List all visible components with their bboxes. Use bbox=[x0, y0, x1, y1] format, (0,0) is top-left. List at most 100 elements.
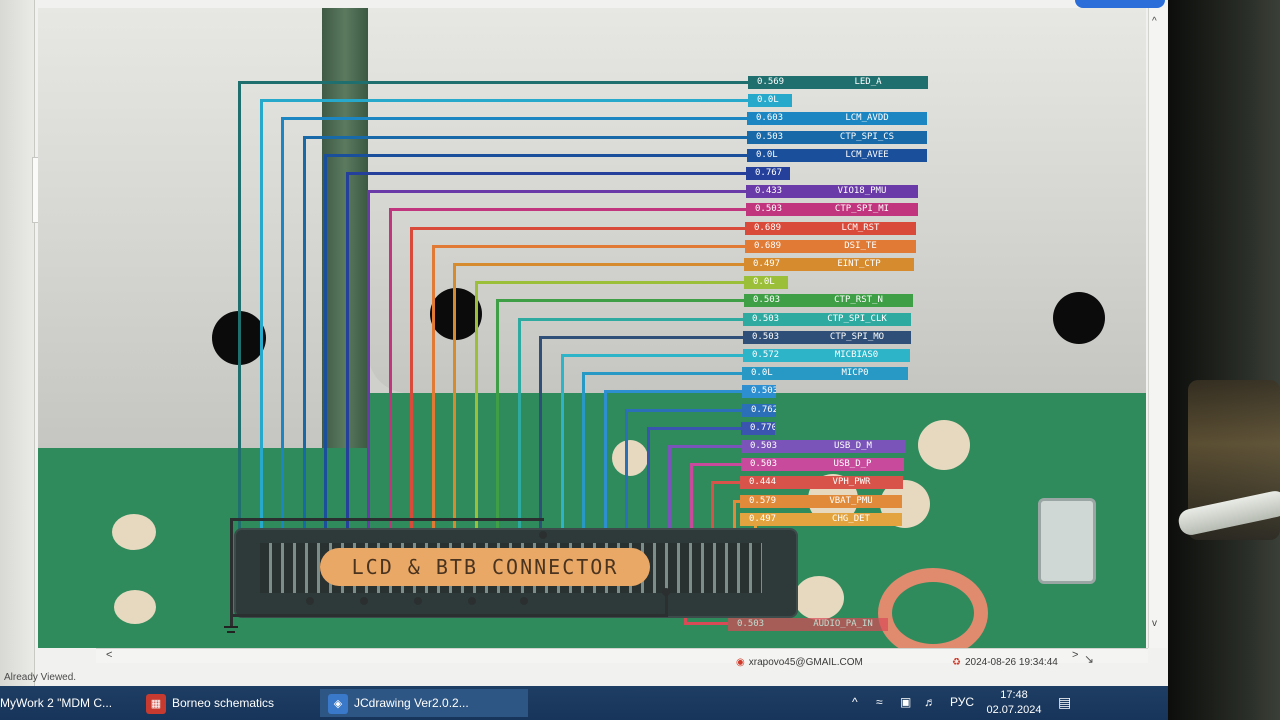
signal-value: 0.503 bbox=[752, 314, 780, 324]
signal-name: LCM_RST bbox=[841, 223, 880, 233]
signal-label[interactable]: 0.503 USB_D_M bbox=[741, 440, 905, 453]
resize-grip-icon[interactable]: ↘ bbox=[1084, 652, 1094, 666]
signal-wire-h bbox=[690, 463, 741, 466]
vertical-scrollbar[interactable]: ^ v bbox=[1148, 8, 1167, 648]
signal-wire-h bbox=[668, 445, 741, 448]
signal-label[interactable]: 0.0L MICP0 bbox=[742, 367, 908, 380]
signal-wire-v bbox=[367, 190, 370, 543]
status-text: Already Viewed. bbox=[4, 672, 77, 683]
signal-wire-h bbox=[647, 427, 741, 430]
volume-icon[interactable]: ♬ bbox=[924, 695, 936, 709]
signal-label[interactable]: 0.689 LCM_RST bbox=[745, 222, 916, 235]
signal-label[interactable]: 0.503 bbox=[742, 385, 776, 398]
signal-wire-h bbox=[410, 227, 745, 230]
signal-value: 0.689 bbox=[754, 223, 782, 233]
signal-label[interactable]: 0.433 VIO18_PMU bbox=[746, 185, 918, 198]
battery-icon[interactable]: ▣ bbox=[900, 695, 911, 709]
side-connector bbox=[1038, 498, 1096, 584]
signal-label-audio-pa-in[interactable]: 0.503 AUDIO_PA_IN bbox=[728, 618, 888, 631]
signal-value: 0.497 bbox=[753, 259, 781, 269]
signal-name: LCM_AVDD bbox=[845, 113, 889, 123]
signal-name: CTP_RST_N bbox=[834, 295, 883, 305]
signal-wire-h bbox=[260, 99, 748, 102]
taskbar-item-jcdrawing[interactable]: ◈ JCdrawing Ver2.0.2... bbox=[320, 689, 528, 717]
taskbar-item-borneo[interactable]: ▦ Borneo schematics bbox=[146, 689, 312, 717]
signal-wire-h bbox=[367, 190, 746, 193]
signal-wire-h bbox=[539, 336, 743, 339]
signal-label[interactable]: 0.503 CTP_SPI_MO bbox=[743, 331, 911, 344]
ring-pad bbox=[878, 568, 988, 648]
scroll-right-icon[interactable]: > bbox=[1072, 649, 1078, 661]
test-pad bbox=[918, 420, 970, 470]
signal-wire-h bbox=[346, 172, 746, 175]
signal-name: VIO18_PMU bbox=[837, 186, 887, 196]
signal-label[interactable]: 0.0L bbox=[748, 94, 792, 107]
signal-name: CHG_DET bbox=[832, 514, 870, 524]
ground-trace-top bbox=[230, 518, 544, 521]
author-email: ◉ xrapovo45@GMAIL.COM bbox=[736, 657, 863, 668]
signal-name: VBAT_PMU bbox=[829, 496, 873, 506]
signal-name: VPH_PWR bbox=[832, 477, 871, 487]
signal-value: 0.503 bbox=[752, 332, 780, 342]
top-toolbar-button[interactable] bbox=[1075, 0, 1165, 8]
ground-node bbox=[360, 597, 368, 605]
signal-label[interactable]: 0.503 CTP_SPI_CS bbox=[747, 131, 927, 144]
signal-label[interactable]: 0.770 bbox=[741, 422, 775, 435]
signal-label[interactable]: 0.579 VBAT_PMU bbox=[740, 495, 902, 508]
timestamp: ♻ 2024-08-26 19:34:44 bbox=[952, 657, 1058, 668]
author-email-text: xrapovo45@GMAIL.COM bbox=[748, 657, 863, 668]
signal-wire-v bbox=[518, 318, 521, 543]
taskbar-item-mywork[interactable]: MyWork 2 "MDM C... bbox=[0, 689, 136, 717]
test-pad bbox=[112, 514, 156, 550]
signal-label[interactable]: 0.0L bbox=[744, 276, 788, 289]
ground-trace-left bbox=[230, 518, 233, 628]
signal-label[interactable]: 0.767 bbox=[746, 167, 790, 180]
test-pad bbox=[612, 440, 648, 476]
signal-label[interactable]: 0.569 LED_A bbox=[748, 76, 928, 89]
signal-wire-v bbox=[303, 136, 306, 543]
signal-label[interactable]: 0.572 MICBIAS0 bbox=[743, 349, 910, 362]
signal-value: 0.503 bbox=[756, 132, 784, 142]
recycle-icon: ♻ bbox=[952, 657, 961, 668]
scroll-up-icon[interactable]: ^ bbox=[1152, 16, 1157, 27]
signal-label[interactable]: 0.444 VPH_PWR bbox=[740, 476, 903, 489]
network-icon[interactable]: ≈ bbox=[876, 695, 883, 709]
signal-label[interactable]: 0.503 USB_D_P bbox=[741, 458, 904, 471]
shield-gap bbox=[322, 8, 368, 458]
signal-label[interactable]: 0.603 LCM_AVDD bbox=[747, 112, 927, 125]
signal-wire-h bbox=[518, 318, 743, 321]
chevron-up-icon[interactable]: ^ bbox=[852, 695, 858, 709]
signal-wire-v bbox=[324, 154, 327, 543]
signal-value: 0.762 bbox=[751, 405, 776, 415]
notification-icon[interactable]: ▤ bbox=[1058, 694, 1071, 711]
clock-time: 17:48 bbox=[1000, 689, 1028, 701]
signal-value: 0.569 bbox=[757, 77, 785, 87]
signal-label[interactable]: 0.497 CHG_DET bbox=[740, 513, 902, 526]
taskbar-item-label: MyWork 2 "MDM C... bbox=[0, 696, 113, 710]
signal-wire-v bbox=[432, 245, 435, 543]
scroll-left-icon[interactable]: < bbox=[106, 649, 112, 661]
signal-wire-v bbox=[475, 281, 478, 543]
scroll-down-icon[interactable]: v bbox=[1152, 618, 1157, 629]
language-indicator[interactable]: РУС bbox=[950, 695, 974, 709]
ground-node bbox=[468, 597, 476, 605]
signal-label[interactable]: 0.762 bbox=[742, 404, 776, 417]
signal-label[interactable]: 0.689 DSI_TE bbox=[745, 240, 916, 253]
signal-value: 0.444 bbox=[749, 477, 777, 487]
signal-label[interactable]: 0.503 CTP_RST_N bbox=[744, 294, 913, 307]
clock[interactable]: 17:48 02.07.2024 bbox=[984, 688, 1044, 718]
taskbar-item-label: Borneo schematics bbox=[172, 696, 275, 710]
signal-label[interactable]: 0.0L LCM_AVEE bbox=[747, 149, 927, 162]
signal-label[interactable]: 0.503 CTP_SPI_MI bbox=[746, 203, 918, 216]
ground-node bbox=[520, 597, 528, 605]
signal-wire-h bbox=[684, 622, 728, 625]
signal-name: DSI_TE bbox=[844, 241, 877, 251]
ground-node bbox=[306, 597, 314, 605]
signal-name: LCM_AVEE bbox=[845, 150, 889, 160]
signal-value: 0.503 bbox=[755, 204, 783, 214]
signal-label[interactable]: 0.503 CTP_SPI_CLK bbox=[743, 313, 911, 326]
schematic-canvas[interactable]: LCD & BTB CONNECTOR 0.569 LED_A 0.0L 0.603 L… bbox=[38, 8, 1146, 648]
signal-wire-h bbox=[582, 372, 742, 375]
ground-node bbox=[414, 597, 422, 605]
signal-label[interactable]: 0.497 EINT_CTP bbox=[744, 258, 914, 271]
